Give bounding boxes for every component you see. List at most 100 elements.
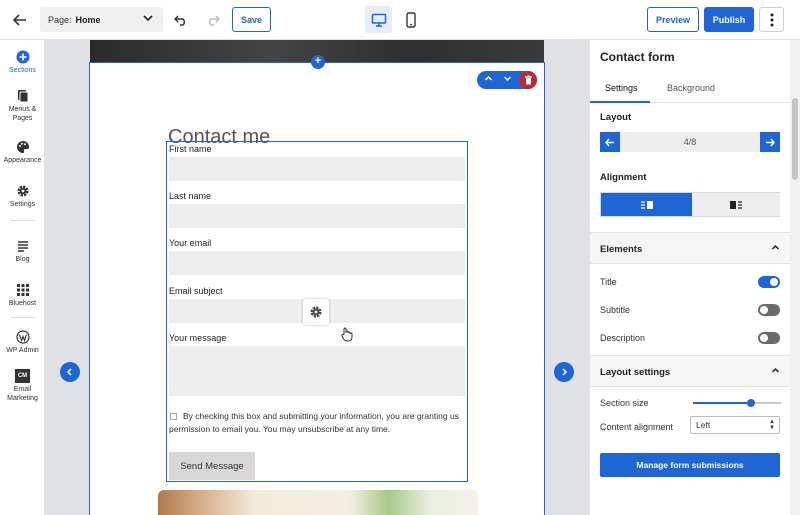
- layout-next-icon[interactable]: [760, 132, 780, 152]
- sidebar-item-label: Email: [13, 386, 32, 393]
- back-arrow-icon[interactable]: [10, 10, 30, 30]
- elements-heading: Elements: [600, 244, 643, 255]
- cm-icon: CM: [15, 369, 30, 383]
- sidebar-item-label: Bluehost: [8, 300, 37, 307]
- align-right-icon[interactable]: [692, 193, 780, 216]
- page-selector[interactable]: Page: Home: [40, 7, 163, 32]
- sidebar-item-wp-admin[interactable]: WP Admin: [0, 330, 45, 355]
- top-toolbar: Page: Home Save Preview Publish: [0, 0, 800, 40]
- save-button[interactable]: Save: [232, 7, 271, 32]
- sidebar-item-label: Sections: [9, 67, 36, 74]
- consent-text: By checking this box and submitting your…: [169, 410, 465, 436]
- alignment-heading: Alignment: [600, 172, 647, 183]
- content-alignment-label: Content alignment: [600, 422, 674, 432]
- consent-label: By checking this box and submitting your…: [169, 411, 459, 434]
- active-tab-indicator: [590, 101, 650, 103]
- content-alignment-select[interactable]: Left ▲ ▼: [690, 416, 780, 434]
- sidebar-divider: [10, 220, 35, 221]
- left-sidebar: Sections Menus & Pages Appearance Settin…: [0, 40, 45, 515]
- element-row-subtitle: Subtitle: [600, 302, 780, 318]
- wordpress-icon: [15, 330, 30, 344]
- form-settings-button[interactable]: [303, 299, 329, 325]
- message-label: Your message: [169, 333, 227, 343]
- sidebar-item-email-marketing[interactable]: CM Email Marketing: [0, 369, 45, 403]
- slider-fill: [693, 402, 752, 404]
- sidebar-item-label: Blog: [15, 256, 30, 263]
- sidebar-item-sections[interactable]: Sections: [0, 50, 45, 75]
- first-name-label: First name: [169, 144, 212, 154]
- section-size-row: Section size: [600, 395, 690, 411]
- more-vertical-icon[interactable]: [759, 7, 784, 32]
- sidebar-item-blog[interactable]: Blog: [0, 239, 45, 264]
- description-toggle[interactable]: [758, 332, 780, 344]
- plus-circle-icon: [16, 50, 29, 64]
- sidebar-item-settings[interactable]: Settings: [0, 184, 45, 209]
- contact-section[interactable]: Contact me First name Last name Your ema…: [89, 62, 545, 515]
- content-alignment-value: Left: [696, 420, 711, 430]
- sidebar-item-bluehost[interactable]: Bluehost: [0, 283, 45, 308]
- tab-settings[interactable]: Settings: [605, 83, 638, 93]
- redo-icon[interactable]: [204, 11, 222, 29]
- layout-settings-accordion[interactable]: Layout settings: [590, 355, 790, 387]
- section-size-slider[interactable]: [693, 397, 781, 409]
- subtitle-toggle[interactable]: [758, 304, 780, 316]
- layout-stepper: 4/8: [600, 132, 780, 152]
- first-name-field[interactable]: [169, 157, 465, 181]
- gear-icon: [310, 306, 322, 318]
- sidebar-item-label: Menus &: [8, 106, 37, 113]
- consent-checkbox[interactable]: [170, 413, 177, 420]
- previous-layout-icon[interactable]: [60, 362, 80, 382]
- element-label: Subtitle: [600, 305, 631, 315]
- chevron-up-icon: [771, 243, 780, 254]
- content-alignment-row: Content alignment: [600, 419, 690, 435]
- desktop-view-icon[interactable]: [365, 6, 392, 33]
- section-size-label: Section size: [600, 398, 649, 408]
- mobile-view-icon[interactable]: [400, 6, 422, 33]
- publish-button[interactable]: Publish: [704, 7, 754, 32]
- email-subject-label: Email subject: [169, 286, 223, 296]
- elements-accordion[interactable]: Elements: [590, 232, 790, 264]
- last-name-label: Last name: [169, 191, 212, 201]
- email-field[interactable]: [169, 251, 465, 275]
- align-left-icon[interactable]: [601, 193, 692, 216]
- tab-background[interactable]: Background: [667, 83, 715, 93]
- last-name-field[interactable]: [169, 204, 465, 228]
- title-toggle[interactable]: [758, 276, 780, 288]
- pages-icon: [17, 90, 28, 103]
- hand-cursor-icon: [341, 327, 353, 344]
- scrollbar-thumb[interactable]: [792, 98, 798, 180]
- sidebar-item-label: WP Admin: [6, 347, 39, 354]
- element-row-title: Title: [600, 274, 780, 290]
- sidebar-item-menus-pages[interactable]: Menus & Pages: [0, 89, 45, 123]
- slider-handle[interactable]: [747, 399, 756, 407]
- palette-icon: [16, 141, 29, 153]
- move-down-icon[interactable]: [501, 74, 513, 86]
- message-field[interactable]: [169, 346, 465, 396]
- chevron-up-icon: [771, 366, 780, 377]
- move-up-icon[interactable]: [482, 74, 494, 86]
- next-section-image: [158, 490, 478, 515]
- layout-prev-icon[interactable]: [600, 132, 620, 152]
- page-selector-value: Home: [75, 14, 101, 25]
- sidebar-item-label: Pages: [12, 115, 33, 122]
- alignment-toggle: [600, 192, 780, 217]
- send-message-button[interactable]: Send Message: [169, 452, 255, 480]
- undo-icon[interactable]: [172, 11, 190, 29]
- blog-icon: [17, 241, 28, 252]
- panel-scrollbar[interactable]: [790, 40, 800, 515]
- contact-form[interactable]: First name Last name Your email Email su…: [166, 141, 468, 482]
- sidebar-item-label: Appearance: [3, 157, 42, 164]
- settings-panel: Contact form Settings Background Layout …: [589, 40, 800, 515]
- sidebar-item-appearance[interactable]: Appearance: [0, 140, 45, 165]
- add-section-icon[interactable]: +: [311, 55, 325, 69]
- grid-icon: [16, 284, 29, 296]
- delete-section-icon[interactable]: [519, 71, 537, 89]
- panel-tabs: Settings Background: [590, 75, 790, 103]
- preview-button[interactable]: Preview: [647, 7, 699, 32]
- element-label: Description: [600, 333, 646, 343]
- updown-icon: ▲ ▼: [769, 419, 775, 431]
- panel-title: Contact form: [600, 50, 675, 64]
- next-layout-icon[interactable]: [554, 362, 574, 382]
- chevron-down-icon: [143, 14, 153, 24]
- manage-submissions-button[interactable]: Manage form submissions: [600, 453, 780, 477]
